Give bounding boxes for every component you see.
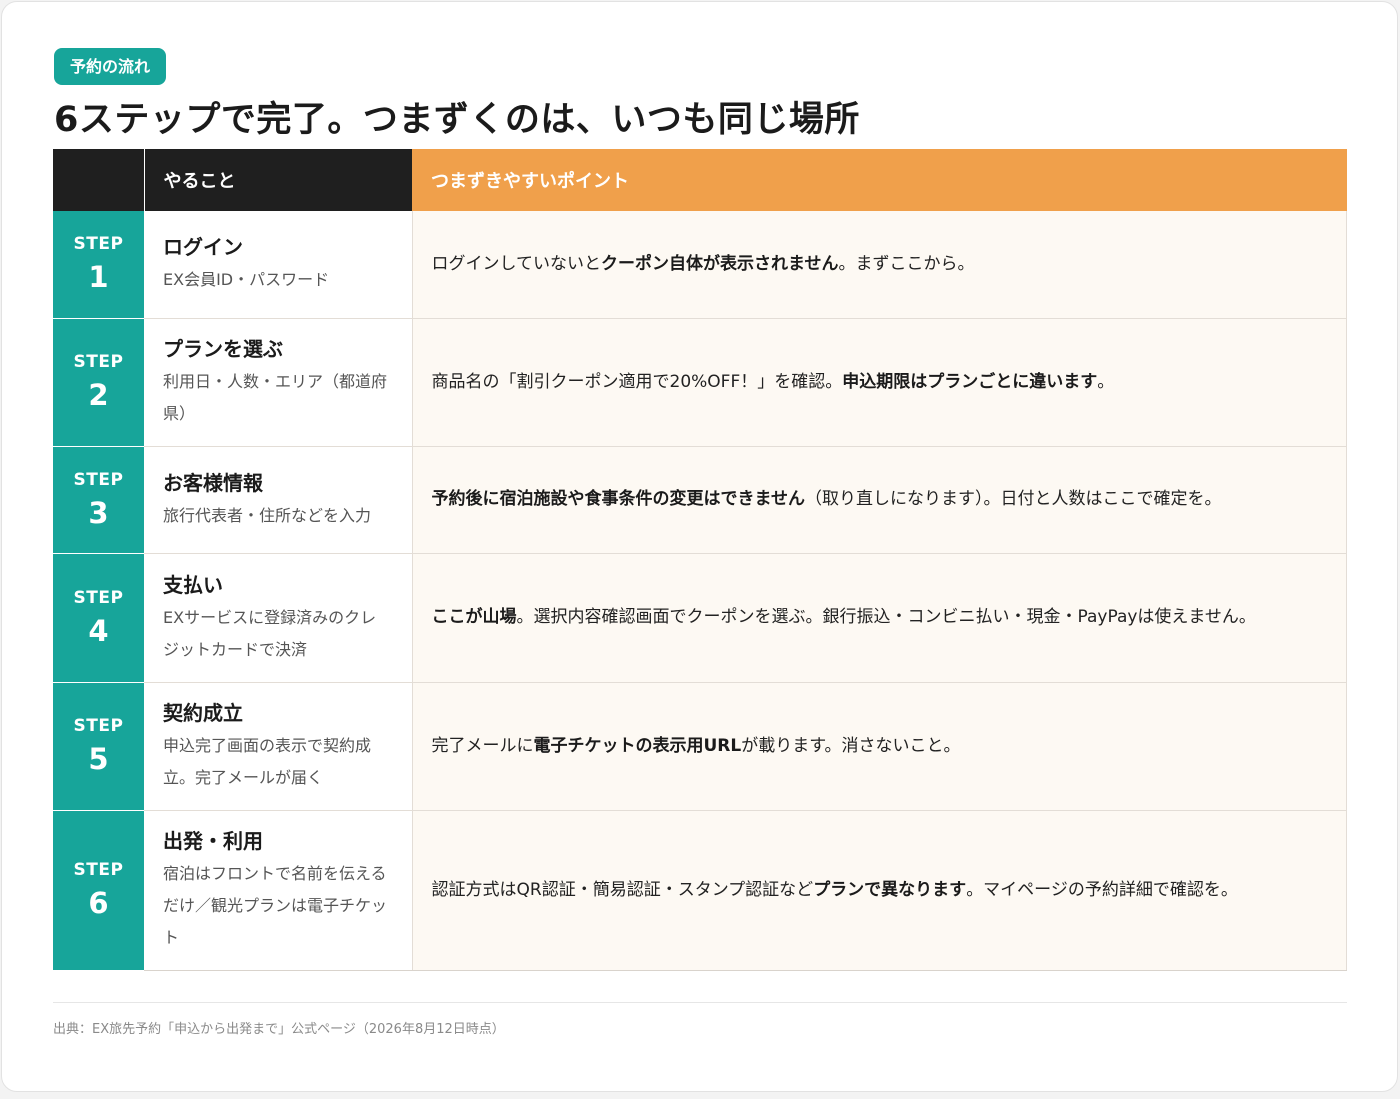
point-cell: 認証方式はQR認証・簡易認証・スタンプ認証などプランで異なります。マイページの予… <box>412 810 1347 971</box>
step-number: 1 <box>88 260 109 295</box>
step-description: 旅行代表者・住所などを入力 <box>163 505 372 525</box>
step-cell: STEP 5 <box>53 682 144 811</box>
table-row: STEP 1 ログイン EX会員ID・パスワード ログインしていないとクーポン自… <box>53 211 1347 319</box>
step-description: 申込完了画面の表示で契約成立。完了メールが届く <box>163 736 372 787</box>
step-number: 3 <box>88 495 109 530</box>
what-cell: ログイン EX会員ID・パスワード <box>144 211 413 319</box>
section-badge: 予約の流れ <box>54 48 167 85</box>
step-description: EXサービスに登録済みのクレジットカードで決済 <box>163 607 377 659</box>
step-label: STEP <box>73 469 124 490</box>
what-cell: 支払い EXサービスに登録済みのクレジットカードで決済 <box>144 553 413 683</box>
step-title: 契約成立 <box>163 701 243 725</box>
header-point: つまずきやすいポイント <box>412 149 1347 211</box>
header-step <box>53 149 144 211</box>
step-title: お客様情報 <box>163 470 263 495</box>
table-row: STEP 4 支払い EXサービスに登録済みのクレジットカードで決済 ここが山場… <box>53 553 1347 683</box>
point-cell: ログインしていないとクーポン自体が表示されません。まずここから。 <box>412 211 1347 319</box>
point-text: 商品名の「割引クーポン適用で20%OFF！」を確認。 <box>431 371 843 392</box>
step-description: EX会員ID・パスワード <box>163 270 330 290</box>
step-number: 5 <box>88 742 109 776</box>
step-title: ログイン <box>163 235 243 260</box>
point-cell: ここが山場。選択内容確認画面でクーポンを選ぶ。銀行振込・コンビニ払い・現金・Pa… <box>412 553 1347 683</box>
step-cell: STEP 3 <box>53 446 144 554</box>
source-note: 出典：EX旅先予約「申込から出発まで」公式ページ（2026年8月12日時点） <box>53 1022 505 1037</box>
point-emphasis: 予約後に宿泊施設や食事条件の変更はできません <box>431 489 806 509</box>
step-cell: STEP 2 <box>53 318 144 447</box>
point-text: 認証方式はQR認証・簡易認証・スタンプ認証など <box>431 879 814 900</box>
table-header-row: やること つまずきやすいポイント <box>53 149 1347 211</box>
step-number: 4 <box>88 613 109 648</box>
step-description: 宿泊はフロントで名前を伝えるだけ／観光プランは電子チケット <box>163 864 388 947</box>
point-text: 。まずここから。 <box>838 253 975 274</box>
table-row: STEP 2 プランを選ぶ 利用日・人数・エリア（都道府県） 商品名の「割引クー… <box>53 318 1347 447</box>
step-number: 2 <box>88 378 109 412</box>
table-row: STEP 6 出発・利用 宿泊はフロントで名前を伝えるだけ／観光プランは電子チケ… <box>53 810 1347 971</box>
header-what: やること <box>143 149 412 211</box>
what-cell: 出発・利用 宿泊はフロントで名前を伝えるだけ／観光プランは電子チケット <box>144 810 413 971</box>
step-title: プランを選ぶ <box>163 337 283 361</box>
point-text: （取り直しになります）。日付と人数はここで確定を。 <box>805 489 1222 509</box>
step-description: 利用日・人数・エリア（都道府県） <box>163 372 388 423</box>
point-emphasis: 申込期限はプランごとに違います <box>842 371 1098 392</box>
table-row: STEP 5 契約成立 申込完了画面の表示で契約成立。完了メールが届く 完了メー… <box>53 682 1347 811</box>
point-emphasis: プランで異なります <box>813 879 967 900</box>
step-label: STEP <box>73 860 124 880</box>
point-text: 。マイページの予約詳細で確認を。 <box>966 879 1238 900</box>
step-title: 出発・利用 <box>163 829 263 853</box>
step-title: 支払い <box>163 572 223 597</box>
what-cell: 契約成立 申込完了画面の表示で契約成立。完了メールが届く <box>144 682 413 811</box>
point-cell: 完了メールに電子チケットの表示用URLが載ります。消さないこと。 <box>412 682 1347 811</box>
step-label: STEP <box>73 352 124 372</box>
point-text: 。 <box>1097 371 1115 392</box>
what-cell: お客様情報 旅行代表者・住所などを入力 <box>144 446 413 554</box>
page-title: 6ステップで完了。つまずくのは、いつも同じ場所 <box>54 100 860 140</box>
step-label: STEP <box>73 587 124 608</box>
step-label: STEP <box>73 234 124 255</box>
step-cell: STEP 1 <box>53 211 144 319</box>
footer-divider <box>53 1002 1347 1003</box>
step-cell: STEP 6 <box>53 810 144 971</box>
point-cell: 予約後に宿泊施設や食事条件の変更はできません（取り直しになります）。日付と人数は… <box>412 446 1347 554</box>
step-cell: STEP 4 <box>53 553 144 683</box>
point-emphasis: クーポン自体が表示されません <box>601 253 839 274</box>
point-text: 。選択内容確認画面でクーポンを選ぶ。銀行振込・コンビニ払い・現金・PayPayは… <box>516 607 1256 627</box>
step-label: STEP <box>73 716 124 736</box>
what-cell: プランを選ぶ 利用日・人数・エリア（都道府県） <box>144 318 413 447</box>
point-text: 完了メールに <box>431 735 534 756</box>
point-text: ログインしていないと <box>431 253 602 274</box>
steps-table: やること つまずきやすいポイント STEP 1 ログイン EX会員ID・パスワー… <box>53 149 1347 971</box>
point-emphasis: ここが山場 <box>431 607 517 627</box>
point-cell: 商品名の「割引クーポン適用で20%OFF！」を確認。申込期限はプランごとに違いま… <box>412 318 1347 447</box>
table-row: STEP 3 お客様情報 旅行代表者・住所などを入力 予約後に宿泊施設や食事条件… <box>53 446 1347 554</box>
point-text: が載ります。消さないこと。 <box>741 735 961 756</box>
step-number: 6 <box>88 886 109 920</box>
point-emphasis: 電子チケットの表示用URL <box>533 735 742 756</box>
